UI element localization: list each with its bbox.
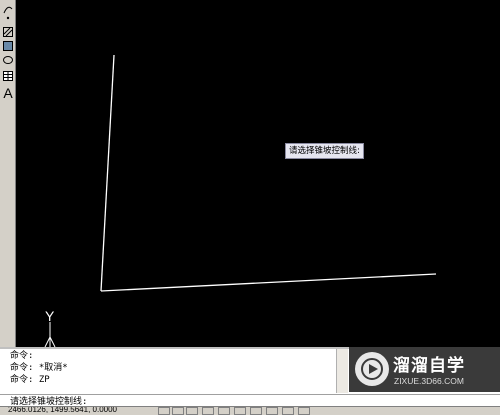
dyn-toggle[interactable] [266,407,278,415]
watermark-brand: 溜溜自学 [393,356,465,376]
command-scrollbar[interactable] [336,349,348,393]
hatch-icon[interactable] [1,25,15,39]
ducs-toggle[interactable] [250,407,262,415]
lineweight-toggle[interactable] [282,407,294,415]
point-icon[interactable] [1,11,15,25]
grid-toggle[interactable] [172,407,184,415]
ucs-y-label: Y [45,308,55,324]
osnap-toggle[interactable] [218,407,230,415]
multiline-text-glyph: A [3,85,13,101]
snap-toggle[interactable] [158,407,170,415]
ortho-toggle[interactable] [186,407,198,415]
command-history-line: 命令: ZP [10,375,50,385]
command-history: 命令: 命令: *取消* 命令: ZP [10,350,340,386]
multiline-text-icon[interactable]: A [1,85,15,101]
slope-control-line-horizontal [100,273,437,292]
draw-toolbar: A [0,0,16,347]
drawing-canvas[interactable]: Y [16,0,500,347]
watermark: 溜溜自学 ZIXUE.3D66.COM [349,347,500,392]
polar-toggle[interactable] [202,407,214,415]
ucs-icon [44,322,56,347]
dynamic-input-tooltip: 请选择锥坡控制线: [285,143,364,159]
slope-control-line-vertical [100,54,115,292]
gradient-icon[interactable] [1,39,15,53]
cursor-coordinates: 2466.0126, 1499.5641, 0.0000 [8,406,117,414]
watermark-url: ZIXUE.3D66.COM [394,376,464,386]
model-toggle[interactable] [298,407,310,415]
region-icon[interactable] [1,53,15,67]
command-history-line: 命令: [10,351,34,361]
status-bar: 2466.0126, 1499.5641, 0.0000 [0,406,500,415]
command-history-line: 命令: *取消* [10,363,68,373]
table-icon[interactable] [1,69,15,83]
drawing-geometry [44,54,437,347]
play-logo-icon [355,352,389,386]
otrack-toggle[interactable] [234,407,246,415]
